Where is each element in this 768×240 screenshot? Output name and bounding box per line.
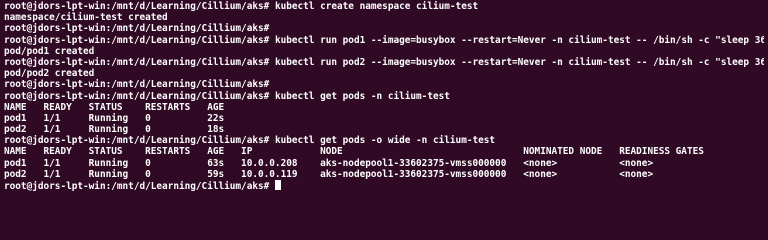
command-text: kubectl get pods -o wide -n cilium-test — [274, 135, 496, 147]
output-line: pod1 1/1 Running 0 63s 10.0.0.208 aks-no… — [4, 158, 764, 169]
command-text: kubectl create namespace cilium-test — [274, 1, 479, 12]
output-text: pod/pod1 created — [4, 45, 95, 57]
command-line: root@jdors-lpt-win:/mnt/d/Learning/Cilli… — [4, 57, 764, 68]
output-line: pod2 1/1 Running 0 18s — [4, 124, 764, 135]
command-text: kubectl run pod2 --image=busybox --resta… — [274, 56, 764, 68]
command-line: root@jdors-lpt-win:/mnt/d/Learning/Cilli… — [4, 23, 764, 34]
output-text: pod/pod2 created — [4, 68, 95, 80]
output-text: pod2 1/1 Running 0 18s — [4, 124, 225, 136]
shell-prompt: root@jdors-lpt-win:/mnt/d/Learning/Cilli… — [4, 181, 270, 192]
output-line: namespace/cilium-test created — [4, 12, 764, 23]
output-text: pod1 1/1 Running 0 63s 10.0.0.208 aks-no… — [4, 157, 654, 169]
output-line: pod/pod1 created — [4, 46, 764, 57]
command-line: root@jdors-lpt-win:/mnt/d/Learning/Cilli… — [4, 35, 764, 46]
shell-prompt: root@jdors-lpt-win:/mnt/d/Learning/Cilli… — [4, 1, 270, 12]
command-line: root@jdors-lpt-win:/mnt/d/Learning/Cilli… — [4, 1, 764, 12]
command-text: kubectl get pods -n cilium-test — [274, 90, 450, 102]
command-line: root@jdors-lpt-win:/mnt/d/Learning/Cilli… — [4, 91, 764, 102]
output-line: pod2 1/1 Running 0 59s 10.0.0.119 aks-no… — [4, 169, 764, 180]
output-text: pod1 1/1 Running 0 22s — [4, 112, 225, 124]
output-text: pod2 1/1 Running 0 59s 10.0.0.119 aks-no… — [4, 168, 654, 180]
shell-prompt: root@jdors-lpt-win:/mnt/d/Learning/Cilli… — [4, 23, 270, 35]
shell-prompt: root@jdors-lpt-win:/mnt/d/Learning/Cilli… — [4, 79, 270, 91]
output-text: NAME READY STATUS RESTARTS AGE — [4, 101, 225, 113]
command-line: root@jdors-lpt-win:/mnt/d/Learning/Cilli… — [4, 135, 764, 146]
text-cursor[interactable] — [274, 180, 281, 190]
output-line: pod/pod2 created — [4, 68, 764, 79]
shell-prompt: root@jdors-lpt-win:/mnt/d/Learning/Cilli… — [4, 34, 270, 46]
output-line: NAME READY STATUS RESTARTS AGE — [4, 102, 764, 113]
command-line: root@jdors-lpt-win:/mnt/d/Learning/Cilli… — [4, 79, 764, 90]
output-text: NAME READY STATUS RESTARTS AGE IP NODE N… — [4, 146, 704, 158]
output-line: pod1 1/1 Running 0 22s — [4, 113, 764, 124]
shell-prompt: root@jdors-lpt-win:/mnt/d/Learning/Cilli… — [4, 56, 270, 68]
output-text: namespace/cilium-test created — [4, 12, 168, 24]
command-text: kubectl run pod1 --image=busybox --resta… — [274, 34, 764, 46]
output-line: NAME READY STATUS RESTARTS AGE IP NODE N… — [4, 146, 764, 157]
shell-prompt: root@jdors-lpt-win:/mnt/d/Learning/Cilli… — [4, 135, 270, 147]
terminal-output: root@jdors-lpt-win:/mnt/d/Learning/Cilli… — [4, 1, 764, 191]
terminal-window[interactable]: root@jdors-lpt-win:/mnt/d/Learning/Cilli… — [0, 0, 768, 202]
command-line: root@jdors-lpt-win:/mnt/d/Learning/Cilli… — [4, 180, 764, 191]
shell-prompt: root@jdors-lpt-win:/mnt/d/Learning/Cilli… — [4, 90, 270, 102]
